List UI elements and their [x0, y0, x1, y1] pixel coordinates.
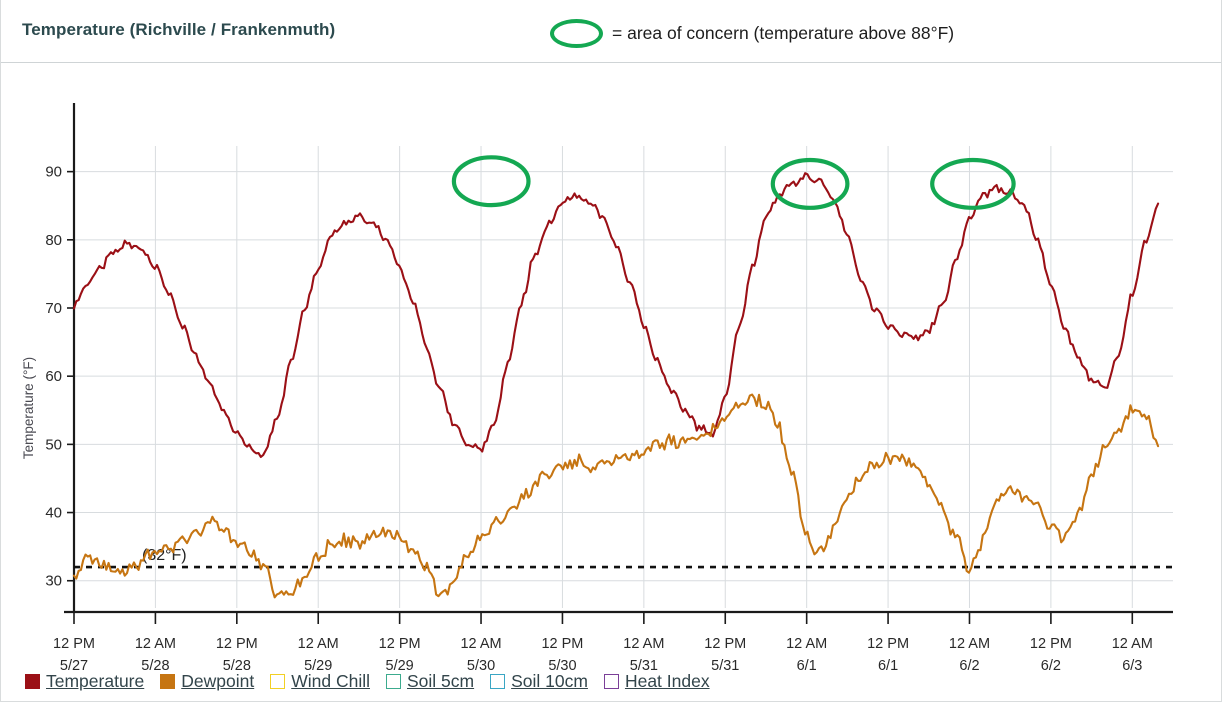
chart-plot-area: 30 40 50 60 70 80 90 12 PM 5/27 12 AM 5/28 12 PM 5/… [1, 63, 1222, 701]
x-tick-time: 12 AM [786, 636, 827, 652]
legend-swatch-icon [603, 674, 619, 690]
legend-item-heat-index[interactable]: Heat Index [603, 671, 710, 691]
x-tick-date: 6/2 [1041, 658, 1061, 674]
y-tick-label: 50 [45, 436, 62, 453]
y-tick-label: 80 [45, 232, 62, 249]
legend-item-label: Dewpoint [181, 671, 255, 691]
legend-item-dewpoint[interactable]: Dewpoint [160, 671, 255, 691]
x-tick-time: 12 AM [460, 636, 501, 652]
y-tick-label: 30 [45, 573, 62, 590]
reference-lines: (32°F) [74, 547, 1173, 569]
area-of-concern-ellipse [930, 157, 1016, 210]
legend-swatch-icon [160, 674, 176, 690]
legend-item-soil-10cm[interactable]: Soil 10cm [490, 671, 588, 691]
x-axis: 12 PM5/2712 AM5/2812 PM5/2812 AM5/2912 P… [53, 610, 1173, 674]
temperature-timeseries-chart: 30 40 50 60 70 80 90 12 PM5/2712 AM5/2812 PM5/… [21, 103, 1173, 674]
concern-annotations [451, 155, 1016, 210]
concern-key-label: = area of concern (temperature above 88°… [612, 22, 955, 43]
legend-swatch-icon [386, 674, 401, 690]
x-tick-time: 12 PM [216, 636, 258, 652]
series-legend: Temperature Dewpoint Wind Chill Soil 5cm Soi… [25, 671, 726, 691]
y-tick-label: 90 [45, 164, 62, 181]
y-axis-title: Temperature (°F) [21, 357, 36, 459]
legend-item-temperature[interactable]: Temperature [25, 671, 145, 691]
x-tick-date: 6/3 [1122, 658, 1142, 674]
chart-header: Temperature (Richville / Frankenmuth) = … [1, 0, 1221, 63]
y-tick-label: 60 [45, 368, 62, 385]
legend-item-wind-chill[interactable]: Wind Chill [270, 671, 370, 691]
legend-item-label: Wind Chill [291, 671, 370, 691]
legend-item-soil-5cm[interactable]: Soil 5cm [386, 671, 475, 691]
x-tick-time: 12 AM [1112, 636, 1153, 652]
area-of-concern-key: = area of concern (temperature above 88°… [550, 19, 954, 48]
x-tick-time: 12 PM [1030, 636, 1072, 652]
legend-swatch-icon [270, 674, 286, 690]
x-tick-time: 12 PM [379, 636, 421, 652]
x-tick-date: 6/2 [959, 658, 979, 674]
x-tick-time: 12 PM [867, 636, 909, 652]
y-tick-label: 70 [45, 300, 62, 317]
legend-swatch-icon [25, 674, 40, 690]
area-of-concern-ellipse [451, 155, 531, 208]
y-axis: 30 40 50 60 70 80 90 [45, 103, 76, 612]
x-tick-time: 12 AM [949, 636, 990, 652]
x-tick-time: 12 PM [541, 636, 583, 652]
page-title: Temperature (Richville / Frankenmuth) [22, 20, 336, 39]
area-of-concern-ellipse [770, 157, 850, 210]
legend-item-label: Heat Index [624, 671, 710, 691]
concern-ellipse-icon [550, 19, 603, 48]
x-tick-date: 6/1 [878, 658, 898, 674]
x-tick-date: 6/1 [797, 658, 817, 674]
grid-lines [73, 146, 1173, 608]
x-tick-time: 12 PM [53, 636, 95, 652]
legend-item-label: Soil 5cm [407, 671, 475, 691]
x-tick-time: 12 AM [298, 636, 339, 652]
y-tick-label: 40 [45, 505, 62, 522]
chart-page: Temperature (Richville / Frankenmuth) = … [0, 0, 1222, 702]
legend-item-label: Soil 10cm [511, 671, 588, 691]
x-tick-time: 12 AM [135, 636, 176, 652]
legend-swatch-icon [490, 674, 506, 690]
legend-item-label: Temperature [46, 671, 145, 691]
x-tick-time: 12 AM [623, 636, 664, 652]
x-tick-time: 12 PM [704, 636, 746, 652]
